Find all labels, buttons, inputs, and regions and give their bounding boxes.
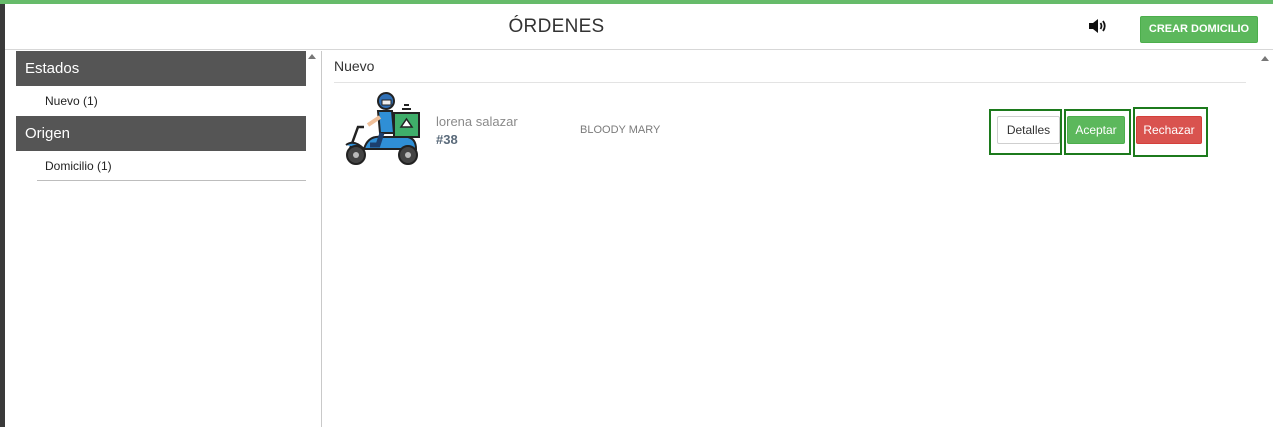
accept-button[interactable]: Aceptar [1067,116,1125,144]
customer-name: lorena salazar [436,114,518,129]
create-delivery-button[interactable]: CREAR DOMICILIO [1140,16,1258,43]
sidebar-item-nuevo[interactable]: Nuevo (1) [37,86,306,116]
header-bar: ÓRDENES CREAR DOMICILIO [5,4,1273,50]
orders-panel: Nuevo lorena salazar #38 BLOODY MARY Det… [322,51,1260,427]
page-title: ÓRDENES [508,16,605,37]
left-edge-bar [0,4,5,427]
sidebar-item-domicilio[interactable]: Domicilio (1) [37,151,306,181]
order-item: BLOODY MARY [580,124,661,136]
app-window: ÓRDENES CREAR DOMICILIO Estados Nuevo (1… [0,0,1273,427]
sidebar: Estados Nuevo (1) Origen Domicilio (1) [16,51,306,427]
sidebar-scroll-up-icon[interactable] [308,54,316,59]
details-button[interactable]: Detalles [997,116,1060,144]
speaker-volume-icon[interactable] [1087,16,1109,36]
section-title: Nuevo [334,58,375,74]
main-scroll-up-icon[interactable] [1261,56,1269,61]
order-number: #38 [436,132,458,147]
sidebar-section-origen[interactable]: Origen [16,116,306,151]
sidebar-section-estados[interactable]: Estados [16,51,306,86]
order-card: lorena salazar #38 BLOODY MARY Detalles … [342,91,1242,171]
delivery-scooter-icon [342,91,424,171]
section-divider [334,82,1246,83]
reject-button[interactable]: Rechazar [1136,116,1202,144]
